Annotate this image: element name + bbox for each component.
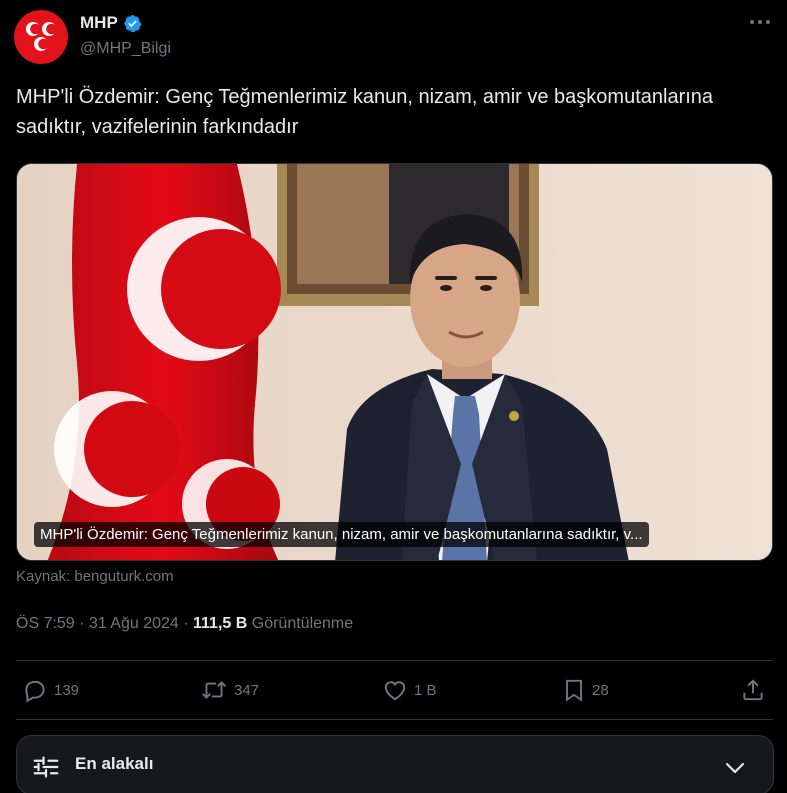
heart-icon xyxy=(384,681,406,701)
media-caption: MHP'li Özdemir: Genç Teğmenlerimiz kanun… xyxy=(34,522,649,547)
share-button[interactable] xyxy=(740,672,766,708)
tweet-meta: ÖS 7:59 · 31 Ağu 2024 · 111,5 B Görüntül… xyxy=(16,613,353,635)
chevron-down-icon xyxy=(725,762,745,774)
more-options-button[interactable] xyxy=(747,12,773,32)
like-button[interactable]: 1 B xyxy=(382,672,437,708)
bookmark-button[interactable]: 28 xyxy=(562,672,609,708)
repost-icon xyxy=(202,681,226,699)
repost-button[interactable]: 347 xyxy=(200,672,259,708)
share-icon xyxy=(743,679,763,701)
tweet-date[interactable]: 31 Ağu 2024 xyxy=(89,613,179,635)
reply-sort-dropdown[interactable]: En alakalı xyxy=(16,735,774,793)
sliders-icon xyxy=(33,756,59,778)
bookmark-count: 28 xyxy=(592,681,609,699)
author-avatar[interactable] xyxy=(14,10,68,64)
bookmark-icon xyxy=(565,679,583,702)
verified-badge-icon xyxy=(124,14,142,32)
photo-image xyxy=(17,164,772,560)
reply-count: 139 xyxy=(54,681,80,699)
meta-separator: · xyxy=(178,615,194,632)
sort-label: En alakalı xyxy=(75,754,154,773)
author-name[interactable]: MHP xyxy=(80,12,118,34)
like-count: 1 B xyxy=(414,681,437,699)
tweet-actions: 139 347 1 B 28 xyxy=(16,672,773,708)
tweet-media[interactable]: MHP'li Özdemir: Genç Teğmenlerimiz kanun… xyxy=(16,163,773,561)
reply-icon xyxy=(25,680,45,703)
views-count: 111,5 B xyxy=(193,615,248,632)
divider xyxy=(16,719,773,720)
more-dots-icon xyxy=(750,20,770,24)
views-label: Görüntülenme xyxy=(251,615,354,632)
tweet-text: MHP'li Özdemir: Genç Teğmenlerimiz kanun… xyxy=(16,86,714,138)
author-handle[interactable]: @MHP_Bilgi xyxy=(80,38,171,60)
tweet-time[interactable]: ÖS 7:59 xyxy=(16,613,75,635)
repost-count: 347 xyxy=(234,681,260,699)
tweet-author: MHP @MHP_Bilgi xyxy=(80,12,171,60)
reply-button[interactable]: 139 xyxy=(22,672,79,708)
divider xyxy=(16,660,773,661)
meta-separator: · xyxy=(74,615,89,632)
mhp-logo-icon xyxy=(14,10,68,64)
media-source[interactable]: Kaynak: benguturk.com xyxy=(16,566,174,588)
